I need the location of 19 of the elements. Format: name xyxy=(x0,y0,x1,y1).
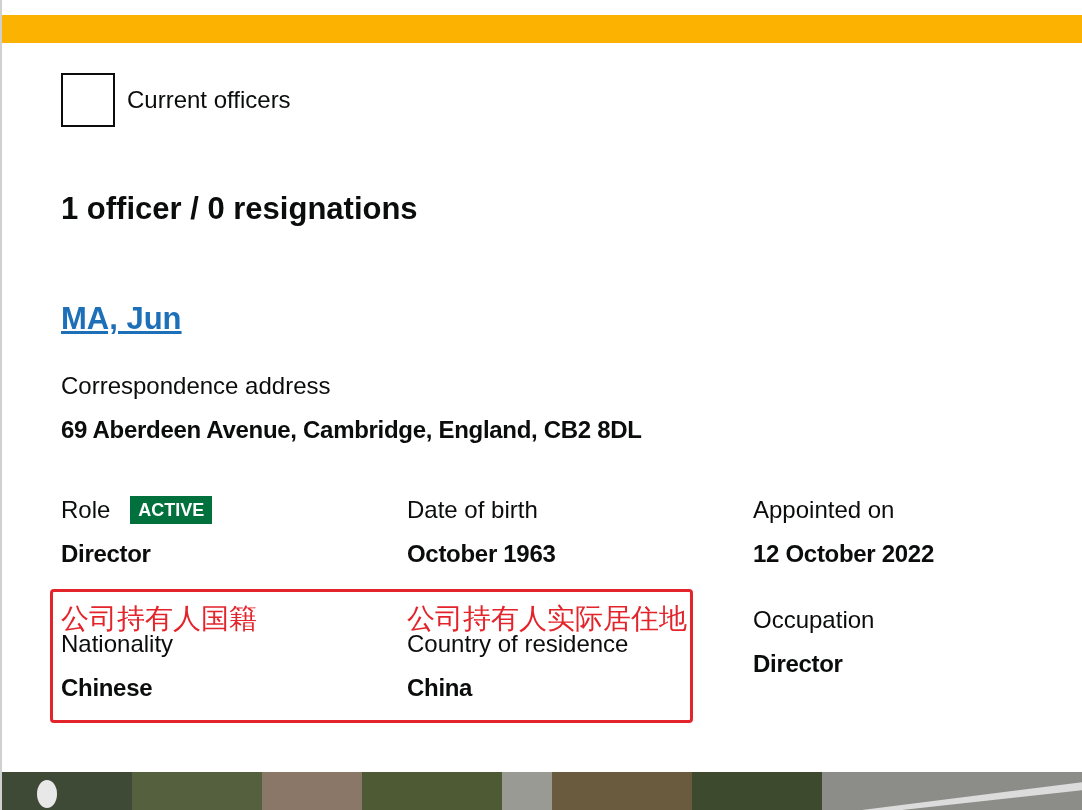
field-value: Director xyxy=(753,649,844,679)
field-value: China xyxy=(407,673,474,703)
checkbox[interactable] xyxy=(61,73,115,127)
field-label: Correspondence address xyxy=(61,371,332,401)
status-tag: ACTIVE xyxy=(130,496,213,524)
field-label: Occupation xyxy=(753,605,875,635)
officer-name-link[interactable]: MA, Jun xyxy=(61,301,182,336)
field-value: 69 Aberdeen Avenue, Cambridge, England, CB2 8DL xyxy=(61,415,643,445)
checkbox-label[interactable]: Current officers xyxy=(127,86,291,114)
annotation-text: 公司持有人实际居住地 xyxy=(407,605,688,633)
officer-count: 1 officer / 0 resignations xyxy=(61,191,419,227)
field-value: Director xyxy=(61,539,152,569)
field-label: Role xyxy=(61,495,111,525)
field-value: October 1963 xyxy=(407,539,557,569)
field-label: Appointed on xyxy=(753,495,895,525)
annotation-text: 公司持有人国籍 xyxy=(61,605,258,633)
field-value: Chinese xyxy=(61,673,154,703)
field-label: Date of birth xyxy=(407,495,538,525)
field-value: 12 October 2022 xyxy=(753,539,935,569)
